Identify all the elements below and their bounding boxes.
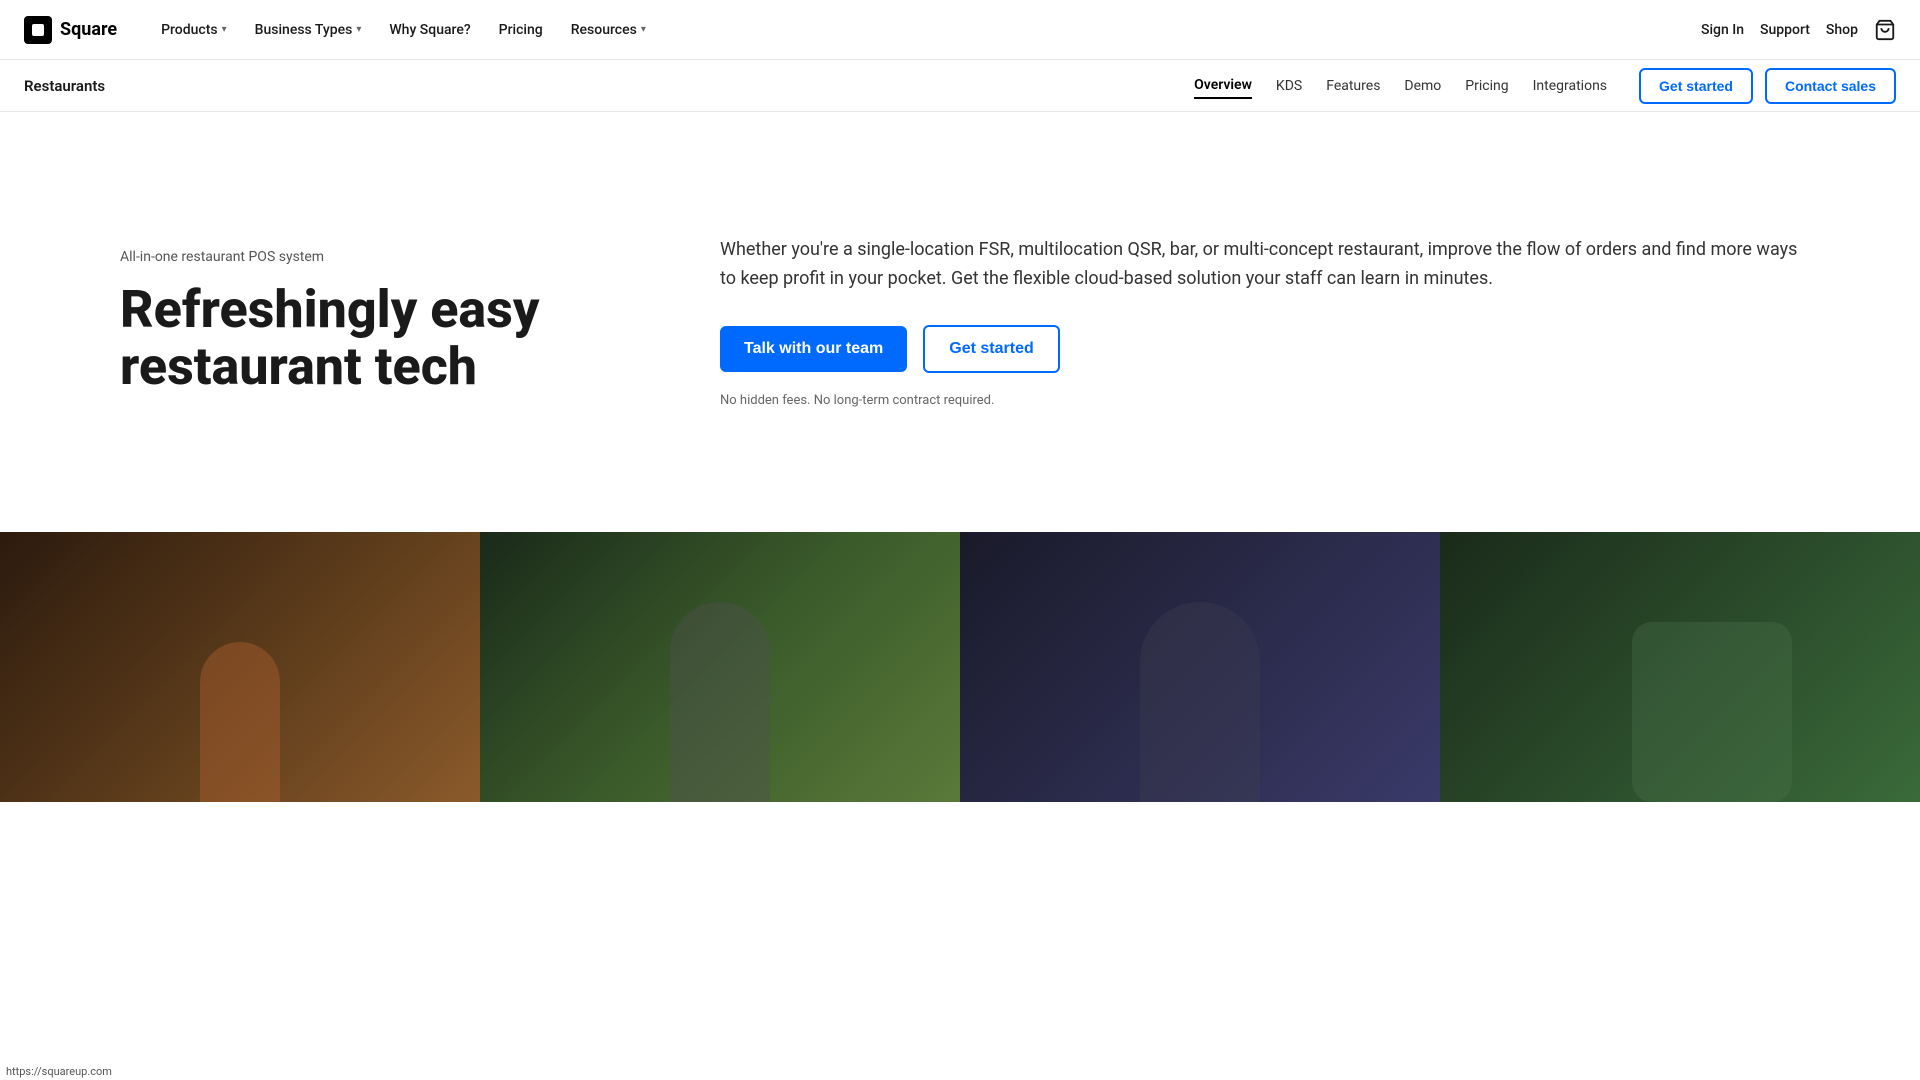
chevron-down-icon: ▾ [641, 24, 646, 35]
subnav-link-integrations[interactable]: Integrations [1533, 74, 1607, 98]
subnav-link-kds[interactable]: KDS [1276, 74, 1302, 98]
subnav-actions: Get started Contact sales [1639, 68, 1896, 104]
subnav-link-features[interactable]: Features [1326, 74, 1380, 98]
talk-with-team-button[interactable]: Talk with our team [720, 326, 907, 372]
image-strip [0, 532, 1920, 802]
nav-business-types[interactable]: Business Types ▾ [243, 14, 374, 46]
subnav-links: Overview KDS Features Demo Pricing Integ… [1194, 73, 1607, 99]
subnav-get-started-button[interactable]: Get started [1639, 68, 1753, 104]
hero-section: All-in-one restaurant POS system Refresh… [0, 112, 1920, 532]
subnav-link-demo[interactable]: Demo [1404, 74, 1441, 98]
restaurant-image-4 [1440, 532, 1920, 802]
hero-disclaimer: No hidden fees. No long-term contract re… [720, 393, 1800, 408]
nav-why-square[interactable]: Why Square? [377, 14, 482, 46]
shop-link[interactable]: Shop [1826, 22, 1858, 38]
sub-navigation: Restaurants Overview KDS Features Demo P… [0, 60, 1920, 112]
image-cell-4 [1440, 532, 1920, 802]
image-cell-3 [960, 532, 1440, 802]
nav-pricing[interactable]: Pricing [487, 14, 555, 46]
restaurant-image-1 [0, 532, 480, 802]
logo-icon [24, 16, 52, 44]
hero-get-started-button[interactable]: Get started [923, 325, 1059, 373]
browser-status-bar: https://squareup.com [0, 1063, 118, 1080]
hero-left-column: All-in-one restaurant POS system Refresh… [120, 249, 640, 395]
nav-right-actions: Sign In Support Shop [1701, 19, 1896, 41]
restaurant-image-3 [960, 532, 1440, 802]
hero-cta-row: Talk with our team Get started [720, 325, 1800, 373]
nav-products[interactable]: Products ▾ [149, 14, 239, 46]
nav-resources[interactable]: Resources ▾ [559, 14, 658, 46]
logo-link[interactable]: Square [24, 16, 117, 44]
subnav-brand: Restaurants [24, 77, 105, 95]
subnav-link-overview[interactable]: Overview [1194, 73, 1252, 99]
chevron-down-icon: ▾ [222, 24, 227, 35]
top-navigation: Square Products ▾ Business Types ▾ Why S… [0, 0, 1920, 60]
cart-icon[interactable] [1874, 19, 1896, 41]
logo-text: Square [60, 19, 117, 40]
restaurant-image-2 [480, 532, 960, 802]
subnav-link-pricing[interactable]: Pricing [1465, 74, 1508, 98]
image-cell-1 [0, 532, 480, 802]
hero-right-column: Whether you're a single-location FSR, mu… [640, 236, 1800, 409]
sign-in-link[interactable]: Sign In [1701, 22, 1744, 38]
image-cell-2 [480, 532, 960, 802]
hero-title: Refreshingly easy restaurant tech [120, 281, 640, 395]
support-link[interactable]: Support [1760, 22, 1810, 38]
chevron-down-icon: ▾ [356, 24, 361, 35]
hero-description: Whether you're a single-location FSR, mu… [720, 236, 1800, 294]
subnav-contact-sales-button[interactable]: Contact sales [1765, 68, 1896, 104]
main-nav-links: Products ▾ Business Types ▾ Why Square? … [149, 14, 1701, 46]
hero-eyebrow: All-in-one restaurant POS system [120, 249, 640, 265]
